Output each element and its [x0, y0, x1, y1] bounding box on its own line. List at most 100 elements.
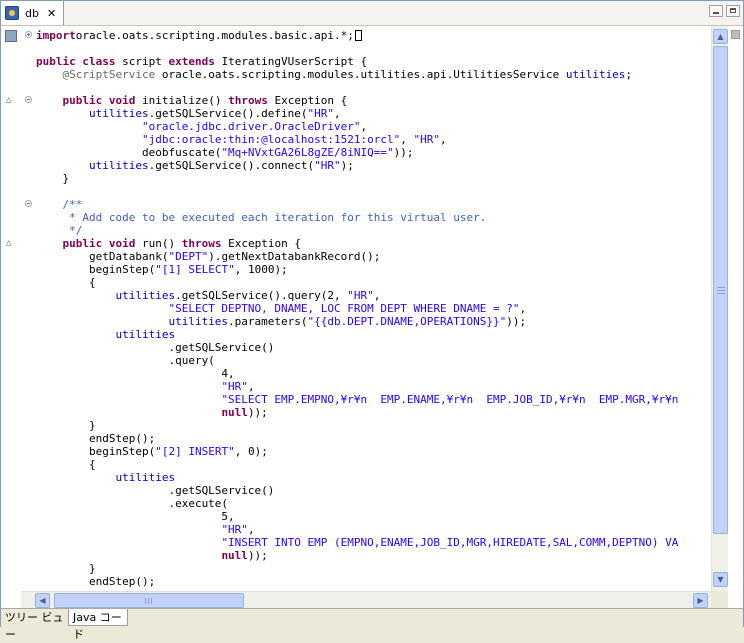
- code-token: utilities: [88, 159, 149, 172]
- code-line[interactable]: utilities.getSQLService().connect("HR");: [1, 159, 711, 172]
- code-token: import: [36, 29, 76, 42]
- code-text: }: [36, 172, 69, 185]
- code-token: null: [221, 406, 248, 419]
- code-text: utilities.getSQLService().connect("HR");: [36, 159, 354, 172]
- code-line[interactable]: * Add code to be executed each iteration…: [1, 211, 711, 224]
- code-token: deobfuscate(: [36, 146, 222, 159]
- code-line[interactable]: }: [1, 562, 711, 575]
- code-token: ,: [400, 133, 414, 146]
- code-line[interactable]: [1, 81, 711, 94]
- code-line[interactable]: .getSQLService(): [1, 484, 711, 497]
- collapsed-imports-box[interactable]: [354, 30, 362, 41]
- code-line[interactable]: "HR",: [1, 380, 711, 393]
- collapse-fold-icon[interactable]: [25, 200, 32, 207]
- code-token: public void: [62, 94, 136, 107]
- code-text: }: [36, 419, 96, 432]
- code-line[interactable]: 4,: [1, 367, 711, 380]
- code-line[interactable]: utilities: [1, 471, 711, 484]
- code-token: "Mq+NVxtGA26L8gZE/8iNIQ==": [221, 146, 394, 159]
- code-line[interactable]: null));: [1, 549, 711, 562]
- code-token: ).getNextDatabankRecord();: [208, 250, 381, 263]
- code-token: .getSQLService().connect(: [148, 159, 315, 172]
- code-token: }: [36, 419, 96, 432]
- code-line[interactable]: {: [1, 276, 711, 289]
- code-token: "[1] SELECT": [155, 263, 235, 276]
- code-line[interactable]: .getSQLService(): [1, 341, 711, 354]
- code-line[interactable]: △ public void run() throws Exception {: [1, 237, 711, 250]
- code-line[interactable]: beginStep("[2] INSERT", 0);: [1, 445, 711, 458]
- code-line[interactable]: utilities: [1, 328, 711, 341]
- code-token: extends: [168, 55, 215, 68]
- code-line[interactable]: {: [1, 458, 711, 471]
- expand-fold-icon[interactable]: [25, 31, 32, 38]
- code-line[interactable]: .query(: [1, 354, 711, 367]
- code-token: ;: [625, 68, 633, 81]
- code-line[interactable]: null));: [1, 406, 711, 419]
- scroll-right-button[interactable]: ▶: [693, 593, 708, 608]
- code-line[interactable]: 5,: [1, 510, 711, 523]
- editor-bottom-tabs: ツリー ビュー Java コード: [1, 608, 743, 641]
- close-icon[interactable]: ✕: [47, 7, 56, 20]
- code-text: beginStep("[1] SELECT", 1000);: [36, 263, 288, 276]
- code-token: .getSQLService(): [36, 484, 275, 497]
- code-text: public void initialize() throws Exceptio…: [36, 94, 348, 107]
- code-line[interactable]: utilities.getSQLService().define("HR",: [1, 107, 711, 120]
- collapse-fold-icon[interactable]: [25, 96, 32, 103]
- code-text: "SELECT DEPTNO, DNAME, LOC FROM DEPT WHE…: [36, 302, 526, 315]
- code-line[interactable]: "SELECT EMP.EMPNO,¥r¥n EMP.ENAME,¥r¥n EM…: [1, 393, 711, 406]
- code-line[interactable]: utilities.parameters("{{db.DEPT.DNAME,OP…: [1, 315, 711, 328]
- tab-db[interactable]: db ✕: [1, 1, 64, 25]
- minimize-button[interactable]: [709, 5, 723, 17]
- code-line[interactable]: "HR",: [1, 523, 711, 536]
- code-token: throws: [181, 237, 222, 250]
- code-line[interactable]: /**: [1, 198, 711, 211]
- code-line[interactable]: utilities.getSQLService().query(2, "HR",: [1, 289, 711, 302]
- code-line[interactable]: }: [1, 172, 711, 185]
- code-token: IteratingVUserScript {: [214, 55, 368, 68]
- vertical-scroll-thumb[interactable]: [713, 46, 728, 534]
- tab-tree-view[interactable]: ツリー ビュー: [1, 609, 69, 641]
- code-line[interactable]: endStep();: [1, 432, 711, 445]
- horizontal-scroll-thumb[interactable]: [54, 593, 244, 608]
- code-line[interactable]: endStep();: [1, 575, 711, 588]
- code-line[interactable]: [1, 185, 711, 198]
- code-line[interactable]: "jdbc:oracle:thin:@localhost:1521:orcl",…: [1, 133, 711, 146]
- code-token: ));: [247, 406, 268, 419]
- scroll-left-button[interactable]: ◀: [35, 593, 50, 608]
- code-token: , 0);: [234, 445, 268, 458]
- maximize-button[interactable]: [726, 5, 740, 17]
- code-token: "HR": [347, 289, 374, 302]
- code-line[interactable]: deobfuscate("Mq+NVxtGA26L8gZE/8iNIQ=="))…: [1, 146, 711, 159]
- code-line[interactable]: [1, 42, 711, 55]
- code-line[interactable]: public class script extends IteratingVUs…: [1, 55, 711, 68]
- code-line[interactable]: */: [1, 224, 711, 237]
- scroll-down-button[interactable]: ▼: [713, 572, 728, 587]
- horizontal-scrollbar[interactable]: ◀ ▶: [21, 591, 711, 609]
- code-token: "SELECT EMP.EMPNO,¥r¥n EMP.ENAME,¥r¥n EM…: [221, 393, 679, 406]
- tab-java-code[interactable]: Java コード: [68, 609, 128, 641]
- code-editor[interactable]: importoracle.oats.scripting.modules.basi…: [1, 26, 711, 591]
- code-line[interactable]: "oracle.jdbc.driver.OracleDriver",: [1, 120, 711, 133]
- code-line[interactable]: importoracle.oats.scripting.modules.basi…: [1, 29, 711, 42]
- code-line[interactable]: getDatabank("DEPT").getNextDatabankRecor…: [1, 250, 711, 263]
- code-line[interactable]: △ public void initialize() throws Except…: [1, 94, 711, 107]
- code-token: 5,: [36, 510, 235, 523]
- code-line[interactable]: "INSERT INTO EMP (EMPNO,ENAME,JOB_ID,MGR…: [1, 536, 711, 549]
- code-line[interactable]: "SELECT DEPTNO, DNAME, LOC FROM DEPT WHE…: [1, 302, 711, 315]
- overview-ruler: [728, 26, 743, 608]
- code-line[interactable]: @ScriptService oracle.oats.scripting.mod…: [1, 68, 711, 81]
- code-token: ,: [360, 120, 368, 133]
- code-line[interactable]: beginStep("[1] SELECT", 1000);: [1, 263, 711, 276]
- vertical-scrollbar[interactable]: ▲ ▼: [711, 26, 729, 591]
- code-line[interactable]: .execute(: [1, 497, 711, 510]
- code-token: "DEPT": [168, 250, 209, 263]
- code-token: getDatabank(: [36, 250, 169, 263]
- code-text: .execute(: [36, 497, 228, 510]
- code-line[interactable]: }: [1, 419, 711, 432]
- scroll-up-button[interactable]: ▲: [713, 29, 728, 44]
